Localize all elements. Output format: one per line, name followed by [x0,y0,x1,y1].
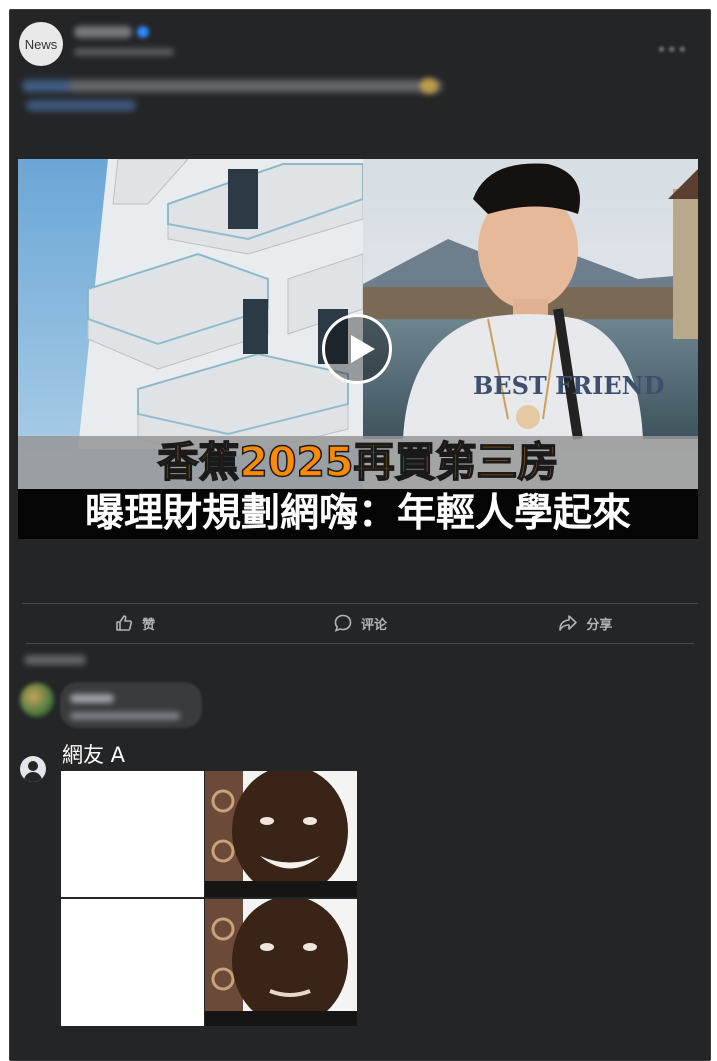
comment-label: 评论 [360,617,387,633]
meme-face-smiling [205,771,357,897]
comment-bubble [60,682,202,728]
more-options-icon[interactable]: ••• [657,40,688,59]
meme-face-smiling-drawing [205,771,357,897]
post-text-blurred [22,80,442,92]
svg-text:BEST FRIEND: BEST FRIEND [473,371,664,400]
video-title-line1: 香蕉2025再買第三房 [157,437,560,487]
divider [22,603,698,604]
emoji-blurred [420,78,438,94]
video-title-line2: 曝理財規劃網嗨：年輕人學起來 [84,491,631,536]
meme-face-serious-drawing [205,899,357,1026]
verified-badge-icon [137,26,149,38]
reply-meme-image[interactable] [61,771,357,1026]
avatar-head-shape [28,761,38,771]
like-button[interactable]: 赞 [22,608,247,638]
page-avatar-label: News [24,36,58,52]
share-label: 分享 [586,617,613,633]
page-name-blurred[interactable] [74,26,132,38]
commenter-avatar[interactable] [20,683,54,717]
divider [26,643,694,644]
commenter-name-blurred[interactable] [70,694,114,703]
user-avatar-icon[interactable] [20,756,46,782]
post-actions-bar: 赞 评论 分享 [22,608,698,638]
play-icon [351,335,375,363]
avatar-body-shape [24,772,42,782]
meme-blank-top [61,771,204,897]
page-avatar[interactable]: News [19,22,63,66]
post-header: News ••• [10,10,710,135]
post-card: News ••• BEST FRIEND 香蕉2025再買第三房 曝理財規劃網嗨… [9,9,711,1061]
comment-sort-blurred[interactable] [24,655,86,665]
thumbs-up-icon [116,615,133,631]
video-thumbnail[interactable]: BEST FRIEND 香蕉2025再買第三房 曝理財規劃網嗨：年輕人學起來 [18,159,698,539]
share-arrow-icon [559,615,578,631]
comment-text-blurred [70,712,180,720]
like-label: 赞 [142,617,156,633]
share-button[interactable]: 分享 [473,608,698,638]
post-link-blurred[interactable] [26,100,136,111]
meme-blank-bottom [61,899,204,1026]
play-button[interactable] [322,314,392,384]
speech-bubble-icon [334,614,352,632]
comment-button[interactable]: 评论 [247,608,472,638]
reply-author[interactable]: 網友 A [62,739,125,769]
post-meta-blurred [74,48,174,56]
meme-face-serious [205,899,357,1026]
